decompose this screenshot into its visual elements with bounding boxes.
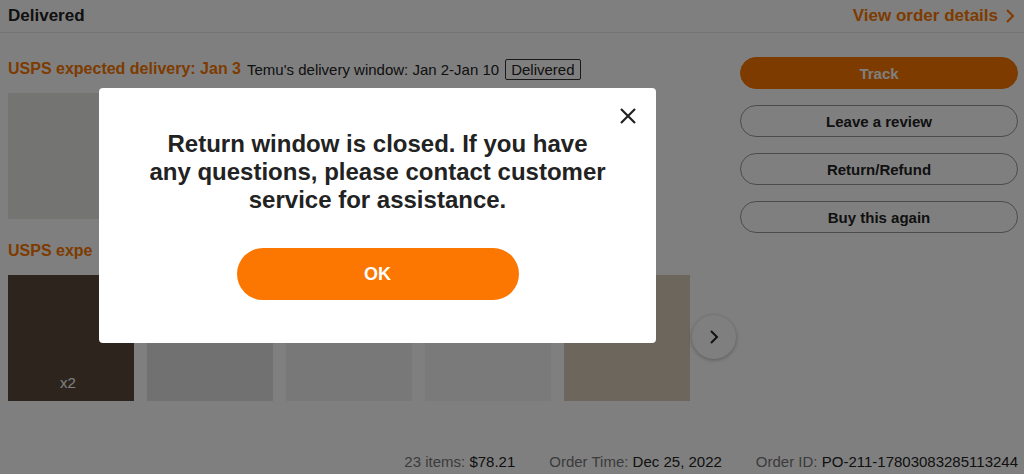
- modal-overlay: Return window is closed. If you have any…: [0, 0, 1024, 474]
- ok-button[interactable]: OK: [237, 248, 519, 300]
- dialog-message: Return window is closed. If you have any…: [149, 130, 606, 214]
- return-dialog: Return window is closed. If you have any…: [99, 88, 656, 343]
- order-page: DeliveredView order details USPS expecte…: [0, 0, 1024, 474]
- close-icon[interactable]: [619, 107, 637, 125]
